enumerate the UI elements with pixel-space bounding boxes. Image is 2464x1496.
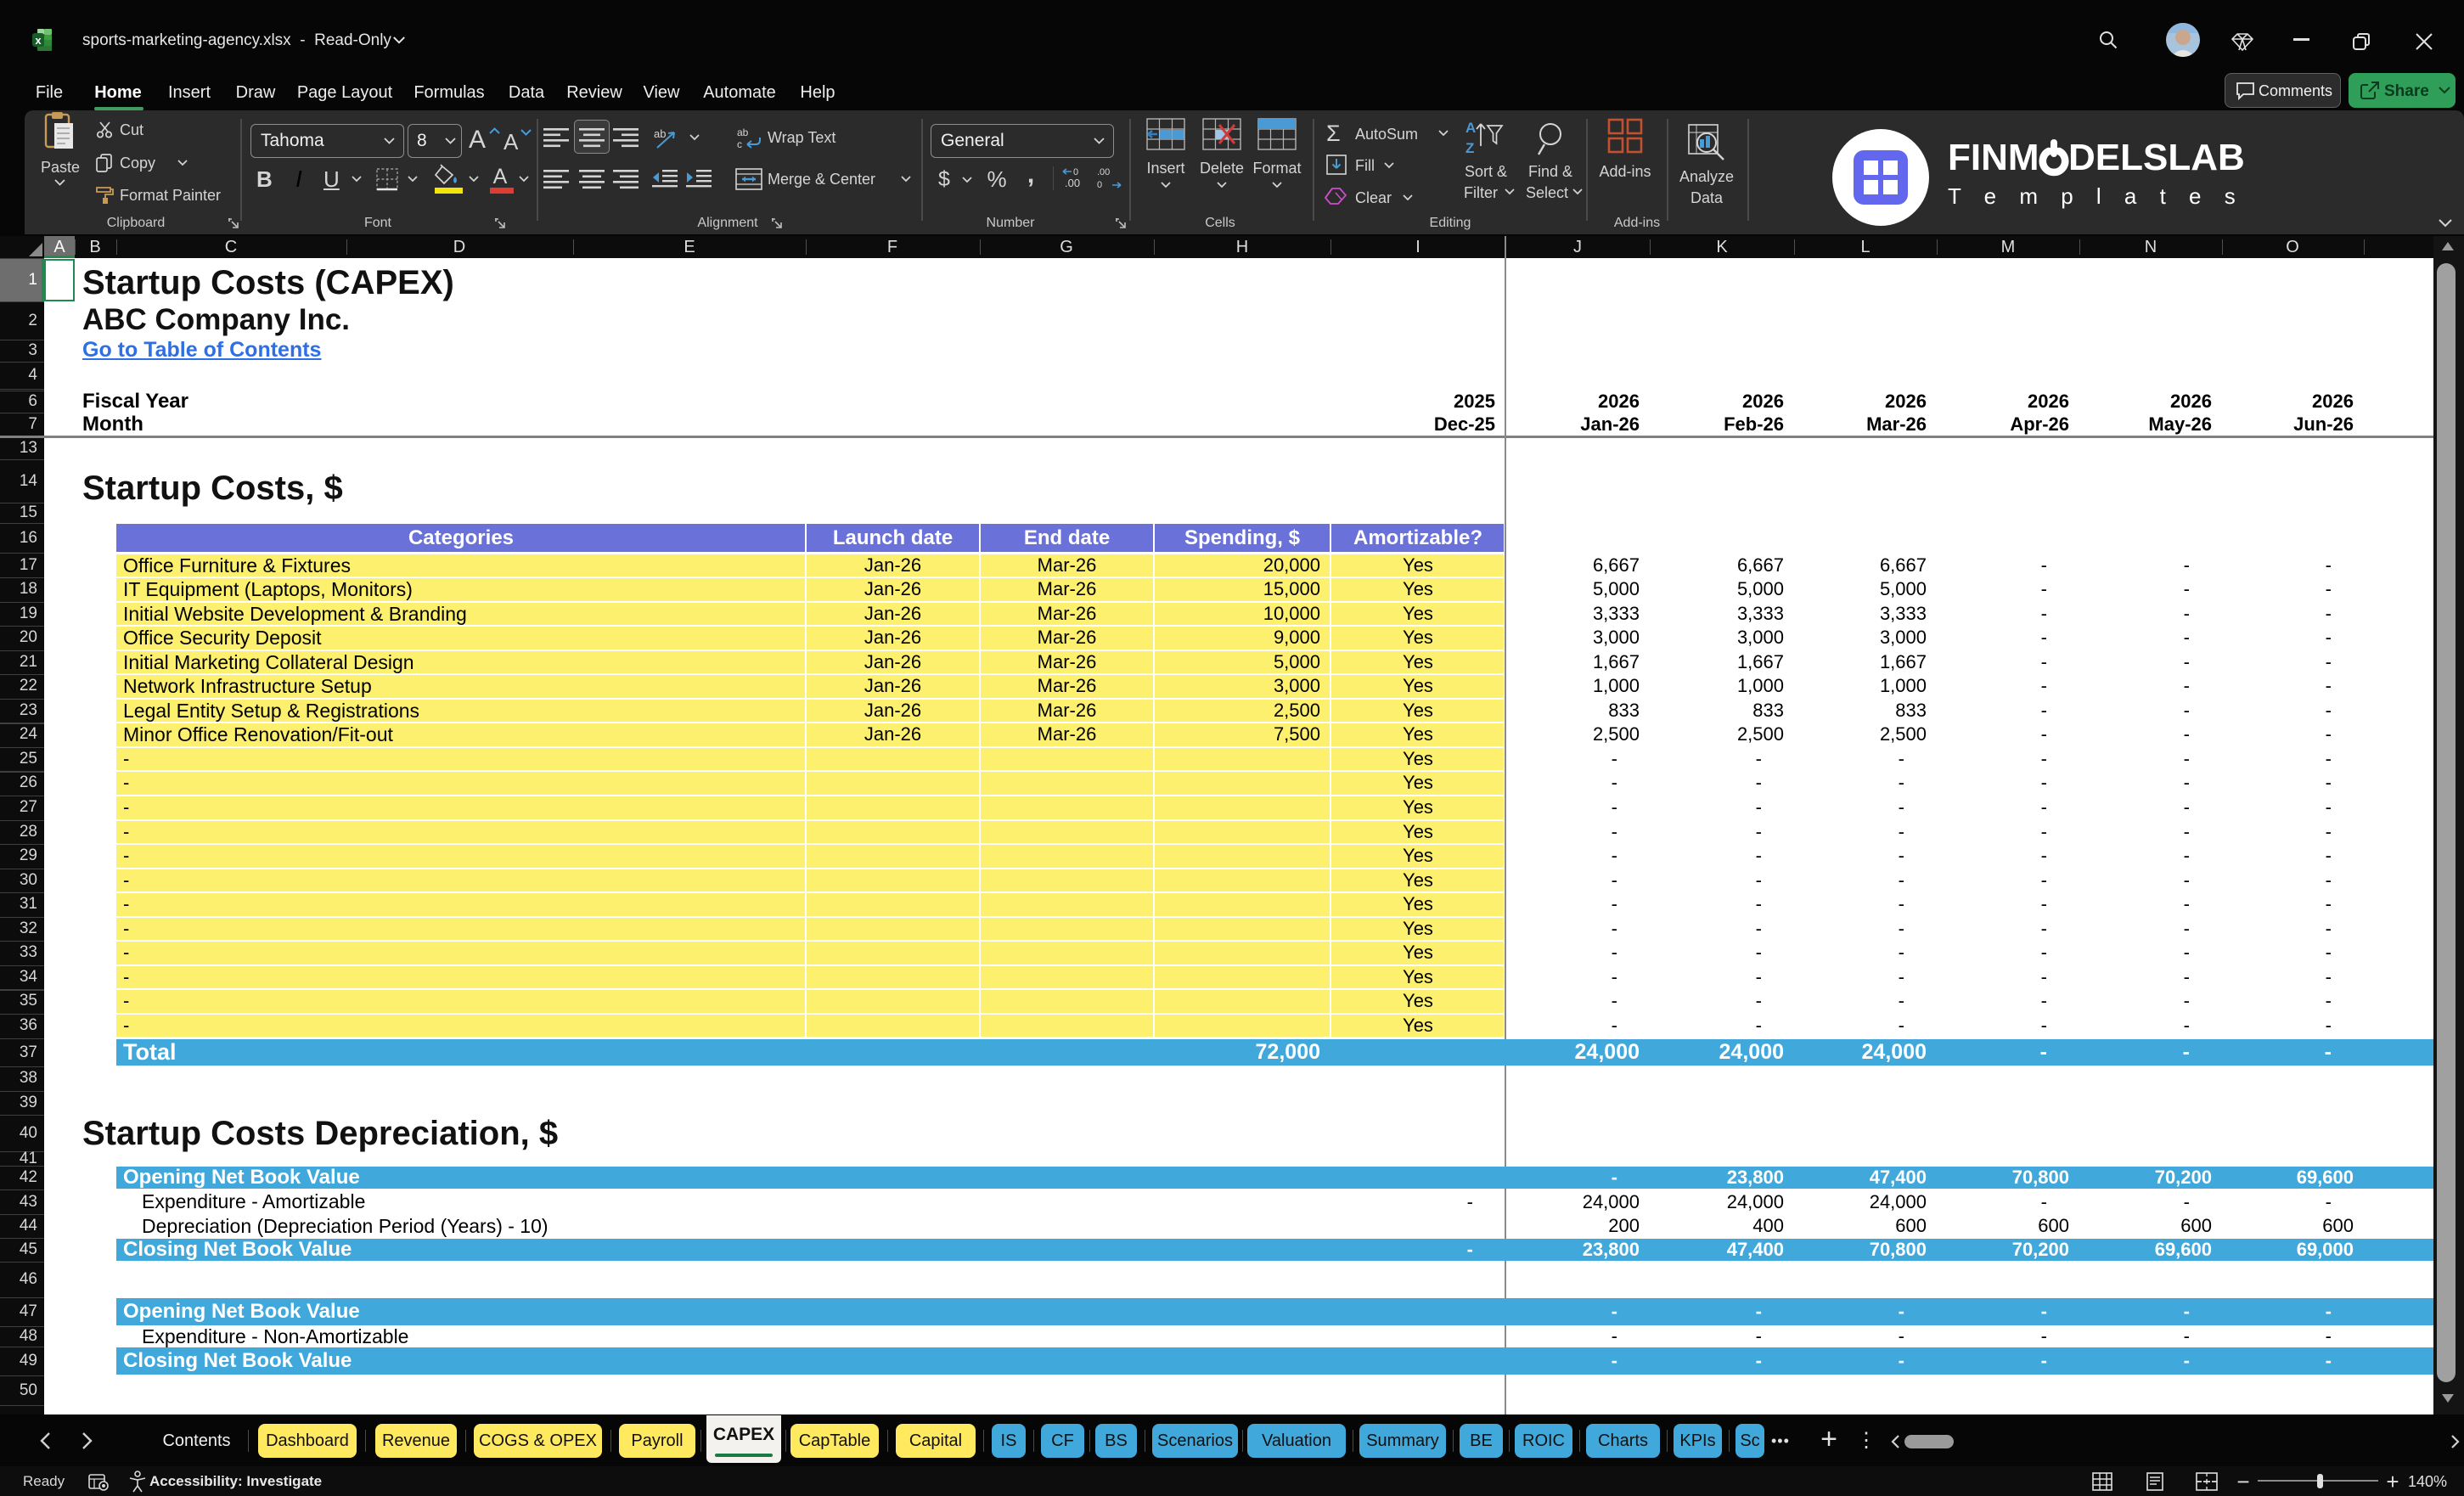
- svg-text:ab: ab: [737, 127, 749, 138]
- svg-text:.00: .00: [1097, 167, 1110, 177]
- svg-text:A: A: [1465, 120, 1476, 136]
- svg-text:Z: Z: [1465, 140, 1474, 156]
- svg-text:ab: ab: [654, 127, 666, 140]
- svg-text:.00: .00: [1065, 177, 1080, 189]
- svg-text:c: c: [737, 138, 742, 150]
- svg-text:x: x: [35, 34, 42, 47]
- svg-text:0: 0: [1097, 180, 1102, 190]
- svg-text:0: 0: [1073, 167, 1078, 177]
